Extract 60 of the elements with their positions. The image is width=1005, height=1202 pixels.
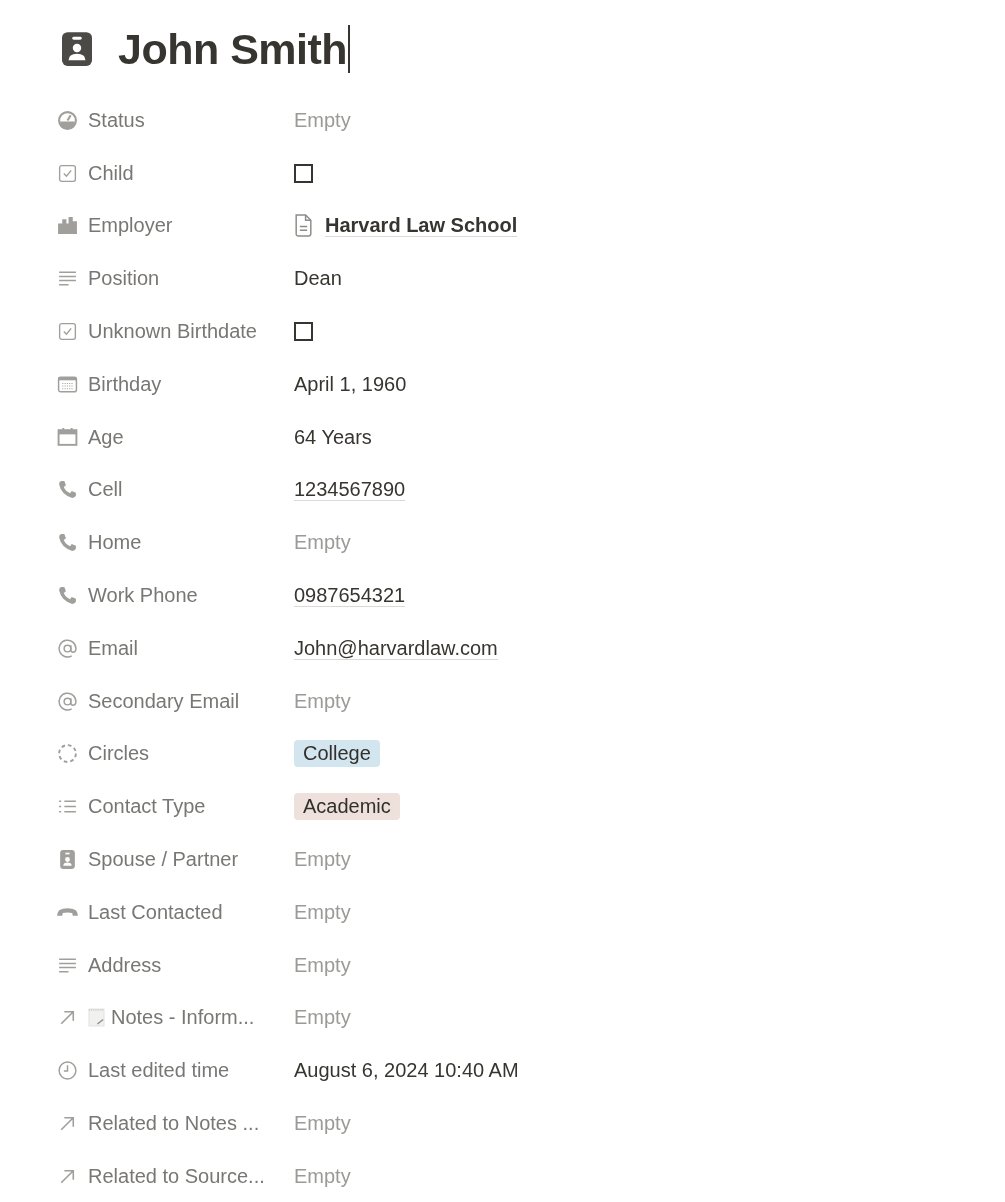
text-cursor (348, 25, 350, 73)
clock-icon (57, 1060, 78, 1082)
phone-link[interactable]: 0987654321 (294, 584, 406, 608)
phone-icon (57, 585, 78, 607)
empty-placeholder[interactable]: Empty (294, 848, 351, 872)
checkbox-icon (57, 162, 78, 184)
id-badge-icon (57, 849, 78, 871)
property-label[interactable]: Home (88, 531, 142, 555)
property-value[interactable]: August 6, 2024 10:40 AM (294, 1059, 519, 1083)
dashed-circle-icon (57, 743, 78, 765)
property-value[interactable]: 64 Years (294, 425, 372, 449)
property-label[interactable]: Secondary Email (88, 689, 240, 713)
property-label[interactable]: Child (88, 161, 134, 185)
tag[interactable]: College (294, 740, 380, 768)
empty-placeholder[interactable]: Empty (294, 1006, 351, 1030)
property-label[interactable]: Address (88, 953, 162, 977)
property-label[interactable]: Email (88, 636, 138, 660)
phone-link[interactable]: 1234567890 (294, 478, 406, 502)
calendar-icon (57, 426, 78, 448)
at-sign-icon (57, 690, 78, 712)
checkbox[interactable] (294, 322, 313, 342)
property-label[interactable]: Last edited time (88, 1059, 230, 1083)
property-label[interactable]: Last Contacted (88, 900, 223, 924)
document-icon (294, 214, 313, 238)
page-link[interactable]: Harvard Law School (325, 214, 518, 238)
empty-placeholder[interactable]: Empty (294, 531, 351, 555)
building-icon (57, 215, 78, 237)
property-value[interactable]: Dean (294, 267, 342, 291)
empty-placeholder[interactable]: Empty (294, 953, 351, 977)
property-label[interactable]: Status (88, 108, 145, 132)
property-label[interactable]: Related to Notes ... (88, 1112, 260, 1136)
property-label[interactable]: Circles (88, 742, 150, 766)
tag[interactable]: Academic (294, 793, 400, 821)
property-label[interactable]: Birthday (88, 372, 162, 396)
empty-placeholder[interactable]: Empty (294, 108, 351, 132)
property-label[interactable]: Contact Type (88, 795, 206, 819)
property-label[interactable]: Unknown Birthdate (88, 320, 257, 344)
status-icon (57, 109, 78, 131)
calendar-icon (57, 373, 78, 395)
empty-placeholder[interactable]: Empty (294, 1164, 351, 1188)
property-label[interactable]: Related to Source... (88, 1164, 265, 1188)
empty-placeholder[interactable]: Empty (294, 689, 351, 713)
property-label[interactable]: Employer (88, 214, 173, 238)
property-label[interactable]: Cell (88, 478, 123, 502)
checkbox-icon (57, 321, 78, 343)
page-title[interactable]: John Smith (118, 24, 348, 74)
checkbox[interactable] (294, 163, 313, 183)
empty-placeholder[interactable]: Empty (294, 900, 351, 924)
property-label[interactable]: Spouse / Partner (88, 848, 239, 872)
email-link[interactable]: John@harvardlaw.com (294, 636, 498, 660)
property-value[interactable]: April 1, 1960 (294, 372, 407, 396)
property-label[interactable]: Age (88, 425, 124, 449)
property-label[interactable]: Position (88, 267, 160, 291)
phone-icon (57, 532, 78, 554)
empty-placeholder[interactable]: Empty (294, 1112, 351, 1136)
phone-icon (57, 479, 78, 501)
at-sign-icon (57, 637, 78, 659)
id-badge-icon (62, 30, 92, 68)
property-label[interactable]: Notes - Inform... (111, 1006, 255, 1030)
property-label[interactable]: Work Phone (88, 584, 198, 608)
